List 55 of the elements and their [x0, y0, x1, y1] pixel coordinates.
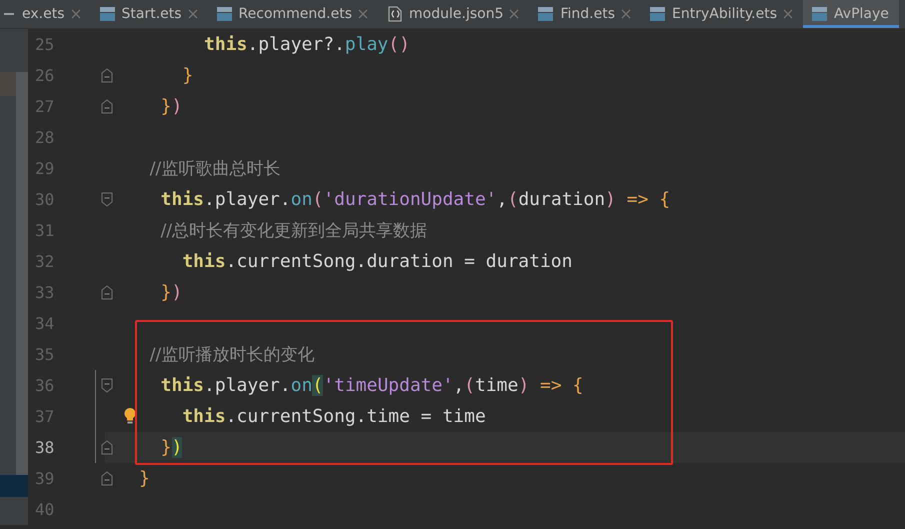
code-line: //监听播放时长的变化	[148, 344, 316, 367]
line-number: 38	[34, 438, 56, 457]
json-file-icon	[386, 6, 404, 22]
line-number: 36	[34, 376, 56, 395]
editor-tab[interactable]: Find.ets	[529, 0, 642, 28]
line-number: 33	[34, 283, 56, 302]
line-number: 25	[34, 35, 56, 54]
lightbulb-icon[interactable]	[123, 407, 137, 425]
close-icon[interactable]	[188, 9, 198, 19]
close-icon[interactable]	[621, 9, 632, 19]
fold-icon[interactable]	[101, 192, 113, 207]
code-line: })	[160, 281, 184, 305]
editor-tab[interactable]: AvPlaye	[803, 0, 899, 28]
close-icon[interactable]	[783, 9, 794, 19]
editor-tab[interactable]: module.json5	[378, 0, 530, 28]
code-line: this.player.on('timeUpdate',(time) => {	[160, 374, 584, 398]
ets-file-icon	[98, 6, 116, 22]
line-number: 27	[34, 97, 56, 116]
line-number: 34	[34, 314, 56, 333]
ets-file-icon	[537, 6, 554, 22]
ets-file-icon	[811, 6, 828, 22]
code-line: //监听歌曲总时长	[148, 158, 282, 181]
code-line: this.player.on('durationUpdate',(duration) => {	[160, 188, 672, 212]
close-icon[interactable]	[358, 9, 368, 19]
fold-icon[interactable]	[101, 285, 113, 300]
line-number: 40	[34, 500, 56, 519]
close-icon[interactable]	[509, 9, 520, 19]
line-number: 26	[34, 66, 56, 85]
fold-icon[interactable]	[101, 68, 113, 83]
code-line: }	[181, 64, 194, 88]
fold-icon[interactable]	[101, 471, 113, 486]
close-icon[interactable]	[70, 9, 80, 19]
line-number: 30	[34, 190, 56, 209]
line-number: 31	[34, 221, 56, 240]
line-number: 32	[34, 252, 56, 271]
ets-file-icon	[649, 6, 666, 22]
editor-tab[interactable]: ex.ets	[14, 0, 90, 28]
ets-file-icon	[216, 6, 233, 22]
fold-icon[interactable]	[101, 440, 113, 455]
code-line: this.currentSong.duration = duration	[181, 250, 574, 274]
code-line: //总时长有变化更新到全局共享数据	[160, 220, 428, 243]
editor-tab[interactable]: EntryAbility.ets	[641, 0, 804, 28]
fold-icon[interactable]	[101, 99, 113, 114]
fold-icon[interactable]	[101, 378, 113, 393]
code-line: this.currentSong.time = time	[181, 405, 487, 429]
code-line: })	[160, 95, 184, 119]
line-number: 39	[34, 469, 56, 488]
line-number: 37	[34, 407, 56, 426]
line-number: 29	[34, 159, 56, 178]
editor-tab[interactable]: Recommend.ets	[208, 0, 378, 28]
code-line: }	[139, 467, 151, 491]
code-line: this.player?.play()	[203, 33, 411, 57]
line-number: 28	[34, 128, 56, 147]
editor-tab[interactable]: Start.ets	[90, 0, 208, 28]
line-number: 35	[34, 345, 56, 364]
